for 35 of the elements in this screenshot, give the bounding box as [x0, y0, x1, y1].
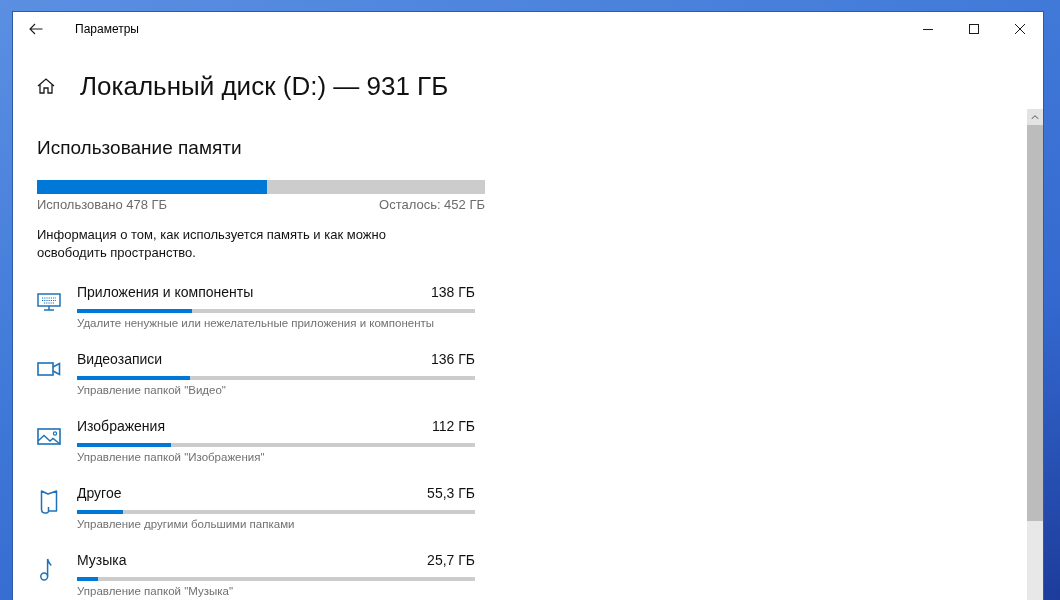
category-name[interactable]: Приложения и компоненты: [77, 282, 254, 302]
category-name[interactable]: Музыка: [77, 550, 127, 570]
maximize-icon: [969, 24, 979, 34]
back-arrow-icon: [29, 23, 43, 35]
category-size: 138 ГБ: [430, 283, 475, 302]
video-camera-icon: [37, 362, 61, 376]
scroll-up-button[interactable]: [1027, 109, 1043, 125]
music-note-icon: [40, 558, 52, 581]
description-text: Информация о том, как используется память и как можно освободить пространство.: [37, 226, 387, 262]
category-description: Управление папкой "Изображения": [77, 450, 266, 464]
page-title: Локальный диск (D:) — 931 ГБ: [80, 70, 449, 102]
category-size: 25,7 ГБ: [427, 551, 475, 570]
home-button[interactable]: [37, 78, 55, 94]
window-title: Параметры: [75, 22, 139, 36]
free-space-label: Осталось: 452 ГБ: [379, 196, 485, 214]
home-icon: [37, 78, 55, 94]
used-space-label: Использовано 478 ГБ: [37, 196, 168, 214]
category-name[interactable]: Другое: [77, 483, 122, 503]
caret-up-icon: [1031, 114, 1039, 120]
category-size: 55,3 ГБ: [427, 484, 475, 503]
category-size: 136 ГБ: [430, 350, 475, 369]
category-description: Удалите ненужные или нежелательные приложения и компоненты: [77, 316, 436, 330]
page-icon: [40, 490, 58, 514]
picture-icon: [37, 428, 61, 445]
category-name[interactable]: Изображения: [77, 416, 165, 436]
category-description: Управление папкой "Видео": [77, 383, 227, 397]
category-size: 112 ГБ: [432, 417, 475, 436]
section-heading: Использование памяти: [37, 136, 242, 160]
scrollbar-thumb[interactable]: [1027, 125, 1043, 521]
category-description: Управление папкой "Музыка": [77, 584, 234, 598]
minimize-icon: [923, 28, 933, 30]
close-icon: [1015, 24, 1025, 34]
category-name[interactable]: Видеозаписи: [77, 349, 163, 369]
monitor-keyboard-icon: [37, 293, 61, 311]
category-description: Управление другими большими папками: [77, 517, 296, 531]
